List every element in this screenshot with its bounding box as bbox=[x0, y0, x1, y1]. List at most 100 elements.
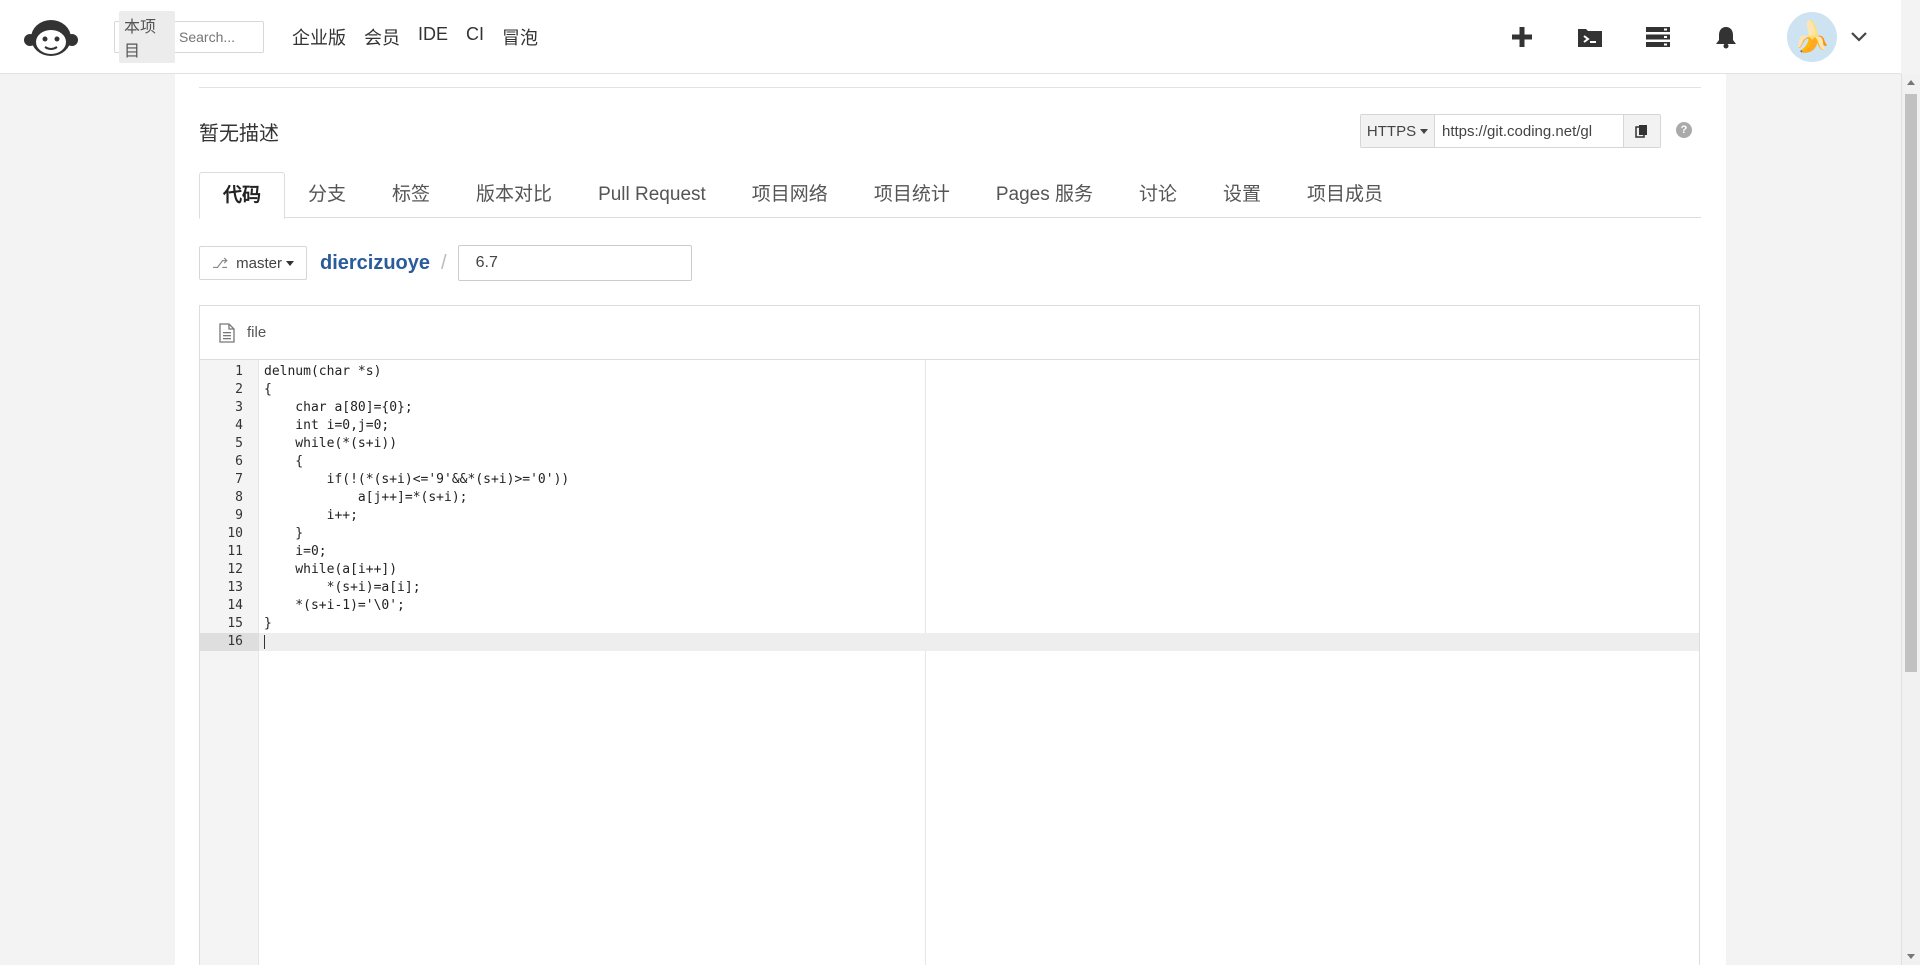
line-number: 7 bbox=[235, 472, 243, 487]
nav-link-member[interactable]: 会员 bbox=[364, 24, 400, 50]
line-text[interactable]: *(s+i)=a[i]; bbox=[264, 579, 421, 597]
line-number: 3 bbox=[235, 400, 243, 415]
line-number: 2 bbox=[235, 382, 243, 397]
line-number: 13 bbox=[227, 580, 243, 595]
line-text[interactable]: int i=0,j=0; bbox=[264, 417, 389, 435]
copy-icon[interactable] bbox=[1623, 115, 1660, 147]
server-stack-icon[interactable] bbox=[1643, 22, 1673, 52]
line-text[interactable]: } bbox=[264, 525, 303, 543]
tab-tags[interactable]: 标签 bbox=[369, 172, 453, 218]
branch-name: master bbox=[236, 254, 282, 272]
code-line[interactable]: 6 { bbox=[200, 453, 1699, 471]
help-icon[interactable]: ? bbox=[1676, 122, 1692, 138]
project-tabs: 代码 分支 标签 版本对比 Pull Request 项目网络 项目统计 Pag… bbox=[199, 172, 1701, 219]
tab-network[interactable]: 项目网络 bbox=[729, 172, 851, 218]
code-line[interactable]: 2{ bbox=[200, 381, 1699, 399]
nav-link-ide[interactable]: IDE bbox=[418, 24, 448, 50]
code-line[interactable]: 15} bbox=[200, 615, 1699, 633]
line-text[interactable]: { bbox=[264, 381, 272, 399]
chevron-down-icon[interactable] bbox=[1847, 25, 1871, 49]
nav-links: 企业版 会员 IDE CI 冒泡 bbox=[292, 24, 556, 50]
line-text[interactable]: if(!(*(s+i)<='9'&&*(s+i)>='0')) bbox=[264, 471, 570, 489]
code-line[interactable]: 10 } bbox=[200, 525, 1699, 543]
tab-code[interactable]: 代码 bbox=[199, 172, 286, 219]
code-line[interactable]: 11 i=0; bbox=[200, 543, 1699, 561]
terminal-folder-icon[interactable] bbox=[1575, 22, 1605, 52]
line-number: 16 bbox=[200, 633, 259, 651]
code-line[interactable]: 5 while(*(s+i)) bbox=[200, 435, 1699, 453]
filename-input[interactable] bbox=[457, 245, 692, 281]
file-icon bbox=[217, 322, 237, 344]
line-number: 5 bbox=[235, 436, 243, 451]
top-navbar: 本项目 企业版 会员 IDE CI 冒泡 🍌 bbox=[0, 0, 1901, 74]
user-avatar[interactable]: 🍌 bbox=[1787, 12, 1837, 62]
code-line[interactable]: 16 bbox=[200, 633, 1699, 651]
search-input[interactable] bbox=[179, 28, 259, 45]
code-line[interactable]: 9 i++; bbox=[200, 507, 1699, 525]
line-text[interactable]: { bbox=[264, 453, 303, 471]
scroll-down-icon[interactable] bbox=[1907, 954, 1915, 959]
tab-compare[interactable]: 版本对比 bbox=[453, 172, 575, 218]
line-text[interactable]: delnum(char *s) bbox=[264, 363, 381, 381]
line-text[interactable]: *(s+i-1)='\0'; bbox=[264, 597, 405, 615]
code-line[interactable]: 3 char a[80]={0}; bbox=[200, 399, 1699, 417]
line-number: 14 bbox=[227, 598, 243, 613]
coding-logo-icon[interactable] bbox=[22, 14, 80, 60]
tab-branches[interactable]: 分支 bbox=[285, 172, 369, 218]
scroll-up-icon[interactable] bbox=[1907, 80, 1915, 85]
line-number: 11 bbox=[227, 544, 243, 559]
branch-selector[interactable]: ⎇ master bbox=[199, 246, 307, 280]
editor-header: file bbox=[200, 306, 1699, 360]
nav-link-bubble[interactable]: 冒泡 bbox=[502, 24, 538, 50]
code-lines[interactable]: 1 delnum(char *s) 2{3 char a[80]={0}; 4 int… bbox=[200, 363, 1699, 651]
bell-icon[interactable] bbox=[1711, 22, 1741, 52]
line-text[interactable]: while(a[i++]) bbox=[264, 561, 397, 579]
nav-link-enterprise[interactable]: 企业版 bbox=[292, 24, 346, 50]
code-line[interactable]: 1 delnum(char *s) bbox=[200, 363, 1699, 381]
page-scrollbar[interactable] bbox=[1901, 74, 1920, 965]
breadcrumb-separator: / bbox=[441, 251, 447, 274]
code-line[interactable]: 4 int i=0,j=0; bbox=[200, 417, 1699, 435]
editor-body[interactable]: 1 delnum(char *s) 2{3 char a[80]={0}; 4 int… bbox=[200, 360, 1699, 965]
editor-mode-label: file bbox=[247, 324, 267, 341]
divider bbox=[199, 87, 1701, 88]
repo-link[interactable]: diercizuoye bbox=[320, 252, 430, 275]
line-text[interactable]: while(*(s+i)) bbox=[264, 435, 397, 453]
tab-members[interactable]: 项目成员 bbox=[1284, 172, 1406, 218]
code-line[interactable]: 14 *(s+i-1)='\0'; bbox=[200, 597, 1699, 615]
line-number: 15 bbox=[227, 616, 243, 631]
plus-icon[interactable] bbox=[1507, 22, 1537, 52]
nav-actions: 🍌 bbox=[1469, 0, 1871, 74]
clone-protocol-dropdown[interactable]: HTTPS bbox=[1361, 115, 1435, 147]
caret-down-icon bbox=[285, 260, 294, 266]
search-box[interactable]: 本项目 bbox=[114, 10, 264, 63]
line-number: 8 bbox=[235, 490, 243, 505]
line-text[interactable]: i++; bbox=[264, 507, 358, 525]
scroll-thumb[interactable] bbox=[1905, 94, 1917, 672]
code-line[interactable]: 12 while(a[i++]) bbox=[200, 561, 1699, 579]
project-description: 暂无描述 bbox=[199, 123, 279, 145]
tab-settings[interactable]: 设置 bbox=[1200, 172, 1284, 218]
clone-url-group: HTTPS bbox=[1360, 114, 1661, 148]
code-line[interactable]: 8 a[j++]=*(s+i); bbox=[200, 489, 1699, 507]
line-number: 4 bbox=[235, 418, 243, 433]
line-number: 1 bbox=[235, 364, 243, 379]
line-number: 10 bbox=[227, 526, 243, 541]
tab-pull-request[interactable]: Pull Request bbox=[575, 172, 729, 218]
line-number: 6 bbox=[235, 454, 243, 469]
nav-link-ci[interactable]: CI bbox=[466, 24, 484, 50]
line-text[interactable]: a[j++]=*(s+i); bbox=[264, 489, 468, 507]
code-line[interactable]: 13 *(s+i)=a[i]; bbox=[200, 579, 1699, 597]
branch-icon: ⎇ bbox=[212, 254, 229, 271]
tab-stats[interactable]: 项目统计 bbox=[851, 172, 973, 218]
line-number: 9 bbox=[235, 508, 243, 523]
tab-discussion[interactable]: 讨论 bbox=[1116, 172, 1200, 218]
search-scope-label[interactable]: 本项目 bbox=[119, 10, 175, 63]
code-line[interactable]: 7 if(!(*(s+i)<='9'&&*(s+i)>='0')) bbox=[200, 471, 1699, 489]
tab-pages[interactable]: Pages 服务 bbox=[973, 172, 1116, 218]
clone-url-input[interactable] bbox=[1435, 115, 1623, 147]
line-text[interactable]: char a[80]={0}; bbox=[264, 399, 412, 417]
line-text[interactable]: } bbox=[264, 615, 272, 633]
breadcrumb: ⎇ master diercizuoye / bbox=[199, 245, 692, 281]
line-text[interactable]: i=0; bbox=[264, 543, 326, 561]
